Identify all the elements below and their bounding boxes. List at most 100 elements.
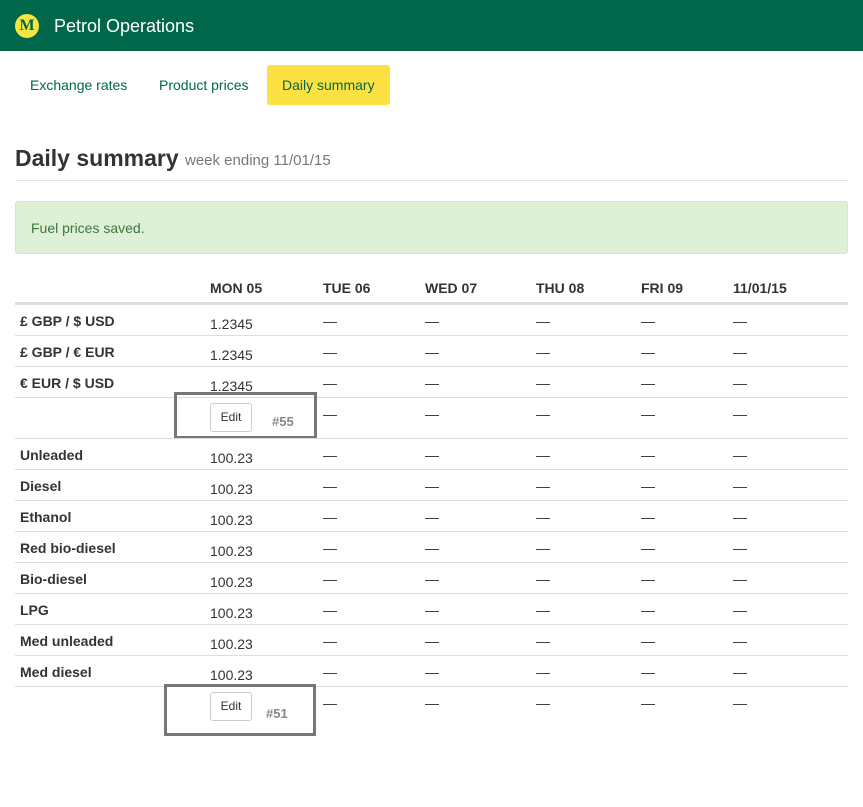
cell-value: 100.23 xyxy=(210,450,253,466)
cell-empty: — xyxy=(641,540,655,556)
cell-empty: — xyxy=(536,375,550,391)
table-row: Red bio-diesel 100.23 — — — — — xyxy=(15,531,848,562)
cell-empty: — xyxy=(641,447,655,463)
column-header: THU 08 xyxy=(536,280,585,296)
cell-empty: — xyxy=(425,375,439,391)
row-label: Diesel xyxy=(20,478,62,494)
table-row: Med unleaded 100.23 — — — — — xyxy=(15,624,848,655)
edit-row: — — — — — xyxy=(15,686,848,727)
cell-empty: — xyxy=(641,602,655,618)
success-alert: Fuel prices saved. xyxy=(15,201,848,254)
cell-value: 100.23 xyxy=(210,636,253,652)
cell-empty: — xyxy=(536,602,550,618)
cell-empty: — xyxy=(425,633,439,649)
cell-value: 100.23 xyxy=(210,574,253,590)
cell-empty: — xyxy=(425,540,439,556)
cell-empty: — xyxy=(323,540,337,556)
edit-reference: #55 xyxy=(272,414,294,429)
cell-empty: — xyxy=(733,571,747,587)
cell-empty: — xyxy=(536,478,550,494)
table-row: LPG 100.23 — — — — — xyxy=(15,593,848,624)
tab-product-prices[interactable]: Product prices xyxy=(144,65,263,105)
page-header: Daily summary week ending 11/01/15 xyxy=(15,143,848,181)
column-header: WED 07 xyxy=(425,280,478,296)
cell-empty: — xyxy=(536,406,550,422)
cell-empty: — xyxy=(733,509,747,525)
table-row: Unleaded 100.23 — — — — — xyxy=(15,438,848,469)
cell-empty: — xyxy=(733,313,747,329)
page-title: Daily summary xyxy=(15,145,179,171)
cell-value: 1.2345 xyxy=(210,316,253,332)
cell-empty: — xyxy=(425,478,439,494)
cell-empty: — xyxy=(323,509,337,525)
cell-empty: — xyxy=(733,447,747,463)
row-label: Ethanol xyxy=(20,509,72,525)
cell-value: 100.23 xyxy=(210,667,253,683)
column-header: MON 05 xyxy=(210,280,263,296)
cell-empty: — xyxy=(323,344,337,360)
edit-row: — — — — — xyxy=(15,397,848,438)
cell-empty: — xyxy=(323,478,337,494)
cell-empty: — xyxy=(641,633,655,649)
row-label: Med unleaded xyxy=(20,633,114,649)
cell-empty: — xyxy=(641,406,655,422)
cell-empty: — xyxy=(425,509,439,525)
page-subtitle: week ending 11/01/15 xyxy=(185,152,331,169)
cell-empty: — xyxy=(536,664,550,680)
cell-empty: — xyxy=(733,602,747,618)
cell-empty: — xyxy=(641,664,655,680)
edit-button[interactable]: Edit xyxy=(210,692,252,721)
cell-empty: — xyxy=(641,509,655,525)
row-label: Red bio-diesel xyxy=(20,540,116,556)
cell-empty: — xyxy=(425,695,439,711)
cell-empty: — xyxy=(733,344,747,360)
cell-empty: — xyxy=(323,633,337,649)
cell-value: 100.23 xyxy=(210,481,253,497)
table-row: £ GBP / $ USD 1.2345 — — — — — xyxy=(15,304,848,335)
cell-value: 1.2345 xyxy=(210,347,253,363)
cell-empty: — xyxy=(641,571,655,587)
cell-value: 100.23 xyxy=(210,512,253,528)
table-row: Med diesel 100.23 — — — — — xyxy=(15,655,848,686)
alert-message: Fuel prices saved. xyxy=(31,220,145,236)
cell-empty: — xyxy=(536,571,550,587)
cell-empty: — xyxy=(425,313,439,329)
cell-empty: — xyxy=(425,406,439,422)
cell-empty: — xyxy=(641,313,655,329)
column-header: 11/01/15 xyxy=(733,280,787,296)
column-header: TUE 06 xyxy=(323,280,371,296)
tab-exchange-rates[interactable]: Exchange rates xyxy=(15,65,142,105)
cell-empty: — xyxy=(425,664,439,680)
cell-empty: — xyxy=(641,344,655,360)
cell-empty: — xyxy=(425,571,439,587)
row-label: Unleaded xyxy=(20,447,84,463)
column-header: FRI 09 xyxy=(641,280,684,296)
table-row: £ GBP / € EUR 1.2345 — — — — — xyxy=(15,335,848,366)
cell-empty: — xyxy=(536,447,550,463)
row-label: £ GBP / $ USD xyxy=(20,313,115,329)
cell-empty: — xyxy=(425,447,439,463)
cell-empty: — xyxy=(425,344,439,360)
tab-daily-summary[interactable]: Daily summary xyxy=(267,65,390,105)
app-title: Petrol Operations xyxy=(54,16,195,36)
cell-empty: — xyxy=(425,602,439,618)
cell-empty: — xyxy=(536,695,550,711)
cell-empty: — xyxy=(323,406,337,422)
table-header-row: MON 05 TUE 06 WED 07 THU 08 FRI 09 11/01/15 xyxy=(15,272,848,304)
cell-empty: — xyxy=(536,313,550,329)
row-label: Med diesel xyxy=(20,664,92,680)
table-row: Ethanol 100.23 — — — — — xyxy=(15,500,848,531)
logo-icon: M xyxy=(15,14,39,38)
cell-empty: — xyxy=(733,540,747,556)
edit-button[interactable]: Edit xyxy=(210,403,252,432)
cell-empty: — xyxy=(641,375,655,391)
table-row: Bio-diesel 100.23 — — — — — xyxy=(15,562,848,593)
cell-empty: — xyxy=(536,633,550,649)
cell-empty: — xyxy=(733,695,747,711)
row-label: LPG xyxy=(20,602,49,618)
cell-empty: — xyxy=(323,375,337,391)
cell-empty: — xyxy=(323,447,337,463)
cell-empty: — xyxy=(733,375,747,391)
cell-empty: — xyxy=(323,664,337,680)
cell-empty: — xyxy=(323,602,337,618)
